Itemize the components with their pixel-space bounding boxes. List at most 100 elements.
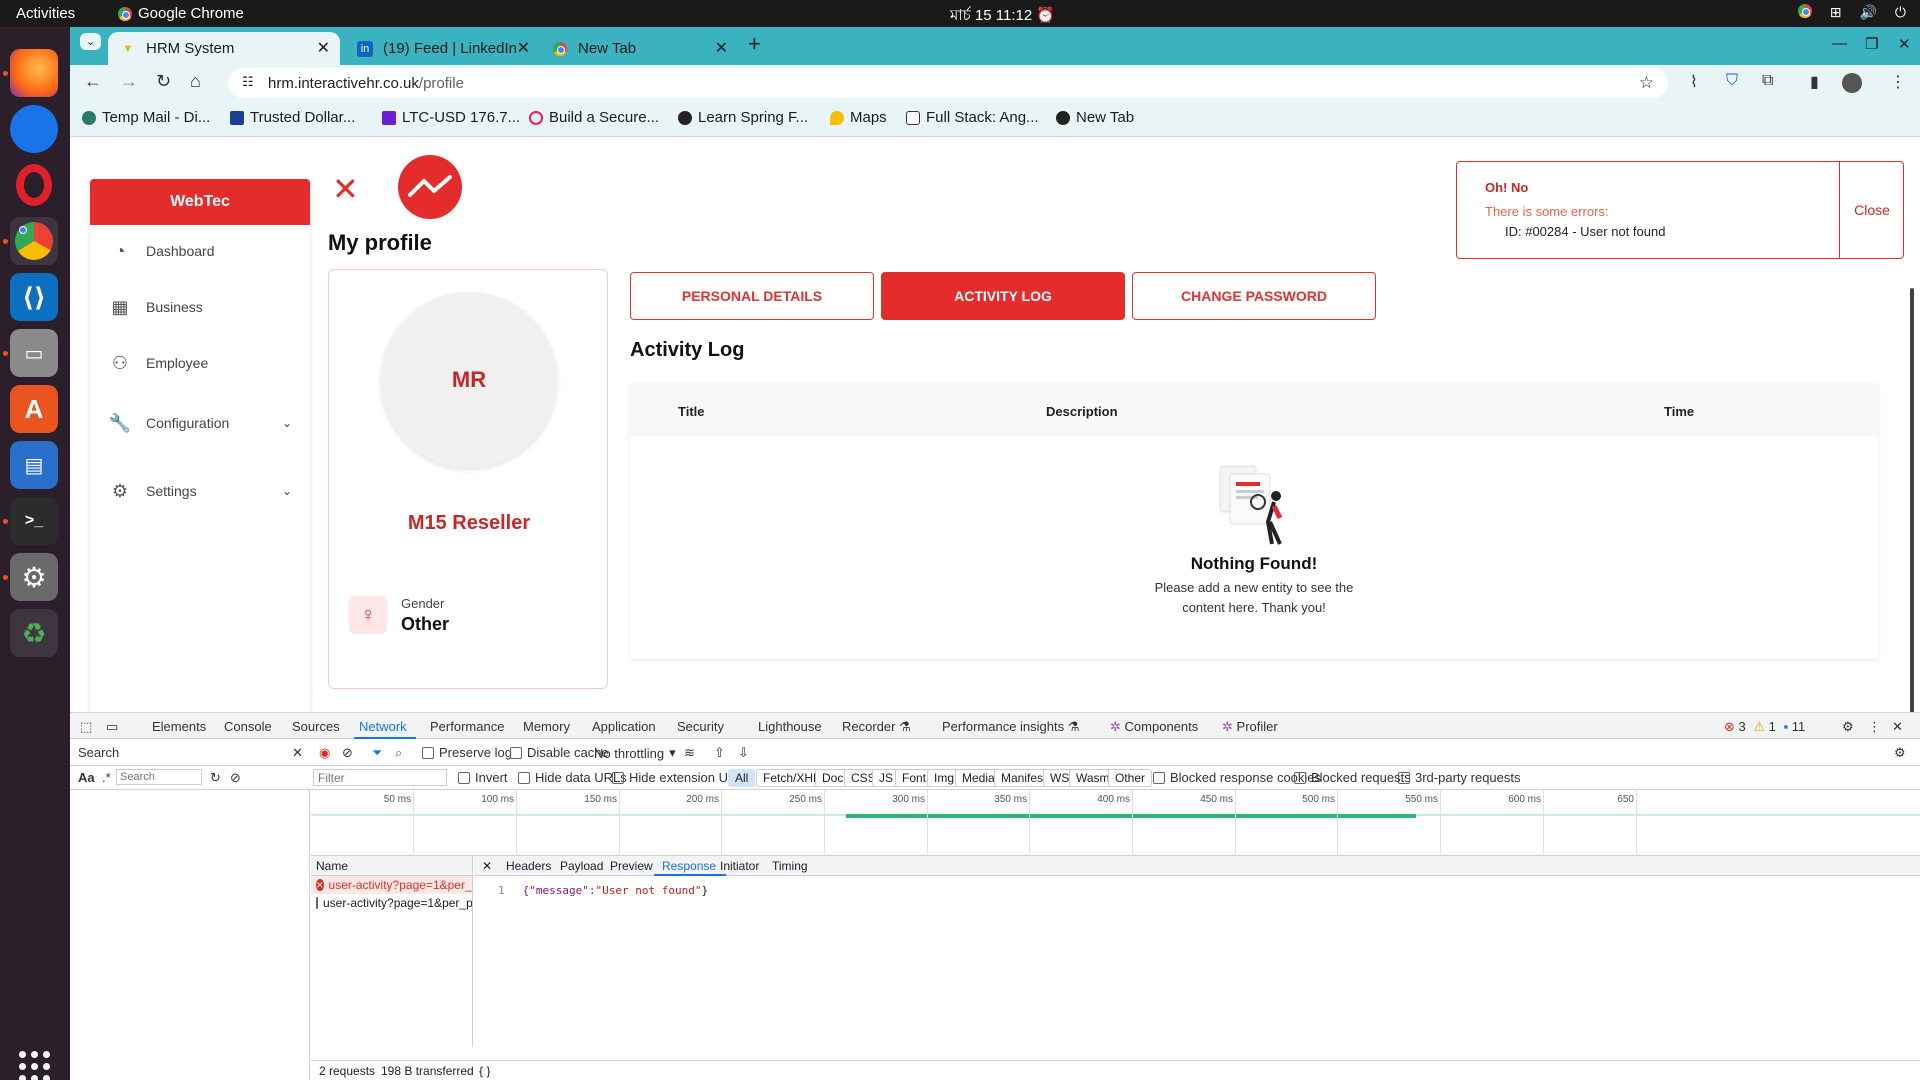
chrome-tray-icon[interactable] — [1797, 4, 1812, 18]
tab-network[interactable]: Network — [359, 719, 407, 734]
tab-close-icon[interactable]: ✕ — [715, 38, 728, 58]
column-title[interactable]: Title — [678, 404, 705, 419]
tab-personal-details[interactable]: PERSONAL DETAILS — [630, 272, 874, 320]
match-case-toggle[interactable]: Aa — [78, 770, 95, 785]
app-center-icon[interactable]: A — [10, 385, 58, 433]
forward-button[interactable]: → — [120, 71, 138, 92]
page-scrollbar[interactable] — [1910, 288, 1914, 718]
system-tray[interactable]: ⊞ 🔊 ⏻ — [1797, 4, 1906, 21]
filter-input[interactable] — [313, 769, 447, 786]
home-button[interactable]: ⌂ — [190, 71, 201, 92]
tab-components[interactable]: ✲ Components — [1110, 719, 1198, 735]
pretty-print-icon[interactable]: { } — [479, 1064, 490, 1078]
name-column-header[interactable]: Name — [311, 856, 472, 876]
bookmark-item[interactable]: Maps — [830, 109, 887, 126]
bookmark-item[interactable]: Build a Secure... — [529, 109, 659, 126]
settings-dock-icon[interactable]: ⚙ — [10, 553, 58, 601]
extension-pulse-icon[interactable]: ⌇ — [1690, 72, 1698, 92]
chrome-menu-icon[interactable]: ⋮ — [1890, 72, 1906, 92]
bookmark-item[interactable]: Temp Mail - Di... — [82, 109, 210, 126]
tab-timing[interactable]: Timing — [772, 859, 808, 873]
sidebar-item-business[interactable]: ▦ Business — [108, 295, 202, 319]
tab-activity-log[interactable]: ACTIVITY LOG — [881, 272, 1125, 320]
refresh-search-icon[interactable]: ↻ — [210, 770, 221, 786]
filter-other[interactable]: Other — [1108, 769, 1153, 787]
tab-performance-insights[interactable]: Performance insights ⚗ — [942, 719, 1079, 735]
tab-close-icon[interactable]: ✕ — [517, 38, 530, 58]
tab-response[interactable]: Response — [662, 859, 716, 873]
maximize-button[interactable]: ❐ — [1865, 35, 1878, 53]
network-settings-icon[interactable]: ⚙ — [1894, 745, 1906, 761]
opera-icon[interactable] — [10, 161, 58, 209]
terminal-icon[interactable]: >_ — [10, 497, 58, 545]
filter-icon[interactable]: ⏷ — [372, 745, 382, 761]
tab-payload[interactable]: Payload — [560, 859, 603, 873]
tab-search-button[interactable]: ⌄ — [80, 33, 102, 50]
vscode-icon[interactable]: ⟨⟩ — [10, 273, 58, 321]
tab-sources[interactable]: Sources — [292, 719, 340, 734]
show-apps-icon[interactable] — [19, 1051, 50, 1080]
third-party-checkbox[interactable]: 3rd-party requests — [1398, 770, 1521, 785]
chevron-down-icon[interactable]: ⌄ — [282, 416, 292, 430]
sidebar-item-configuration[interactable]: 🔧 Configuration — [108, 411, 230, 435]
preserve-log-checkbox[interactable]: Preserve log — [422, 745, 512, 760]
network-overview-timeline[interactable]: 50 ms 100 ms 150 ms 200 ms 250 ms 300 ms… — [311, 790, 1920, 856]
tab-change-password[interactable]: CHANGE PASSWORD — [1132, 272, 1376, 320]
close-detail-icon[interactable]: ✕ — [482, 859, 492, 873]
column-time[interactable]: Time — [1664, 404, 1694, 419]
power-icon[interactable]: ⏻ — [1895, 4, 1906, 21]
writer-icon[interactable]: ▤ — [10, 441, 58, 489]
device-toolbar-icon[interactable]: ▭ — [106, 719, 118, 735]
volume-icon[interactable]: 🔊 — [1859, 4, 1876, 21]
bookmark-item[interactable]: Trusted Dollar... — [230, 109, 355, 126]
tab-elements[interactable]: Elements — [152, 719, 206, 734]
site-info-icon[interactable]: ☷ — [242, 74, 254, 90]
column-description[interactable]: Description — [1046, 404, 1118, 419]
regex-toggle[interactable]: .* — [102, 770, 111, 785]
extension-shield-icon[interactable]: ⛉ — [1726, 72, 1738, 90]
back-button[interactable]: ← — [84, 71, 102, 92]
response-body[interactable]: 1 {"message":"User not found"} — [498, 884, 708, 897]
tab-lighthouse[interactable]: Lighthouse — [758, 719, 822, 734]
close-window-button[interactable]: ✕ — [1898, 35, 1911, 53]
chrome-dock-icon[interactable] — [10, 217, 58, 265]
trash-icon[interactable]: ♻ — [10, 609, 58, 657]
filter-all[interactable]: All — [728, 769, 756, 787]
reload-button[interactable]: ↻ — [156, 71, 171, 92]
tab-console[interactable]: Console — [224, 719, 272, 734]
sidebar-item-settings[interactable]: ⚙ Settings — [108, 479, 197, 503]
tab-performance[interactable]: Performance — [430, 719, 504, 734]
tab-application[interactable]: Application — [592, 719, 656, 734]
sidebar-item-employee[interactable]: ⚇ Employee — [108, 351, 208, 375]
tab-memory[interactable]: Memory — [523, 719, 570, 734]
minimize-button[interactable]: — — [1832, 35, 1847, 52]
files-icon[interactable]: ▭ — [10, 329, 58, 377]
request-row[interactable]: user-activity?page=1&per_pa... — [311, 894, 472, 912]
address-bar[interactable]: ☷ hrm.interactivehr.co.uk/profile ☆ — [228, 68, 1668, 98]
firefox-icon[interactable] — [10, 49, 58, 97]
tab-linkedin[interactable]: in (19) Feed | LinkedIn ✕ — [345, 32, 540, 65]
toast-close-button[interactable]: Close — [1839, 162, 1905, 258]
issue-counters[interactable]: ⊗ 3 ⚠ 1 ▪ 11 — [1724, 719, 1805, 735]
network-conditions-icon[interactable]: ≋ — [684, 745, 695, 761]
bookmark-item[interactable]: Full Stack: Ang... — [906, 109, 1039, 126]
tab-new-tab[interactable]: New Tab ✕ — [540, 32, 738, 65]
sidebar-item-dashboard[interactable]: ◔ Dashboard — [108, 239, 215, 263]
tab-recorder[interactable]: Recorder ⚗ — [842, 719, 911, 735]
search-icon[interactable]: ⌕ — [395, 745, 402, 761]
hide-data-urls-checkbox[interactable]: Hide data URLs — [518, 770, 627, 785]
chromium-icon[interactable] — [10, 105, 58, 153]
app-menu[interactable]: Google Chrome — [118, 5, 244, 22]
invert-checkbox[interactable]: Invert — [458, 770, 508, 785]
tab-preview[interactable]: Preview — [610, 859, 653, 873]
new-tab-button[interactable]: + — [748, 31, 761, 57]
devtools-close-icon[interactable]: ✕ — [1892, 719, 1903, 735]
bookmark-star-icon[interactable]: ☆ — [1639, 73, 1654, 93]
close-search-icon[interactable]: ✕ — [292, 745, 303, 761]
extensions-puzzle-icon[interactable]: ⧉ — [1762, 72, 1773, 90]
devtools-menu-icon[interactable]: ⋮ — [1868, 719, 1881, 735]
clear-icon[interactable]: ⊘ — [342, 745, 353, 761]
bookmark-item[interactable]: LTC-USD 176.7... — [382, 109, 520, 126]
request-row-error[interactable]: ✕ user-activity?page=1&per_pa... — [311, 876, 472, 894]
clear-search-icon[interactable]: ⊘ — [230, 770, 241, 786]
